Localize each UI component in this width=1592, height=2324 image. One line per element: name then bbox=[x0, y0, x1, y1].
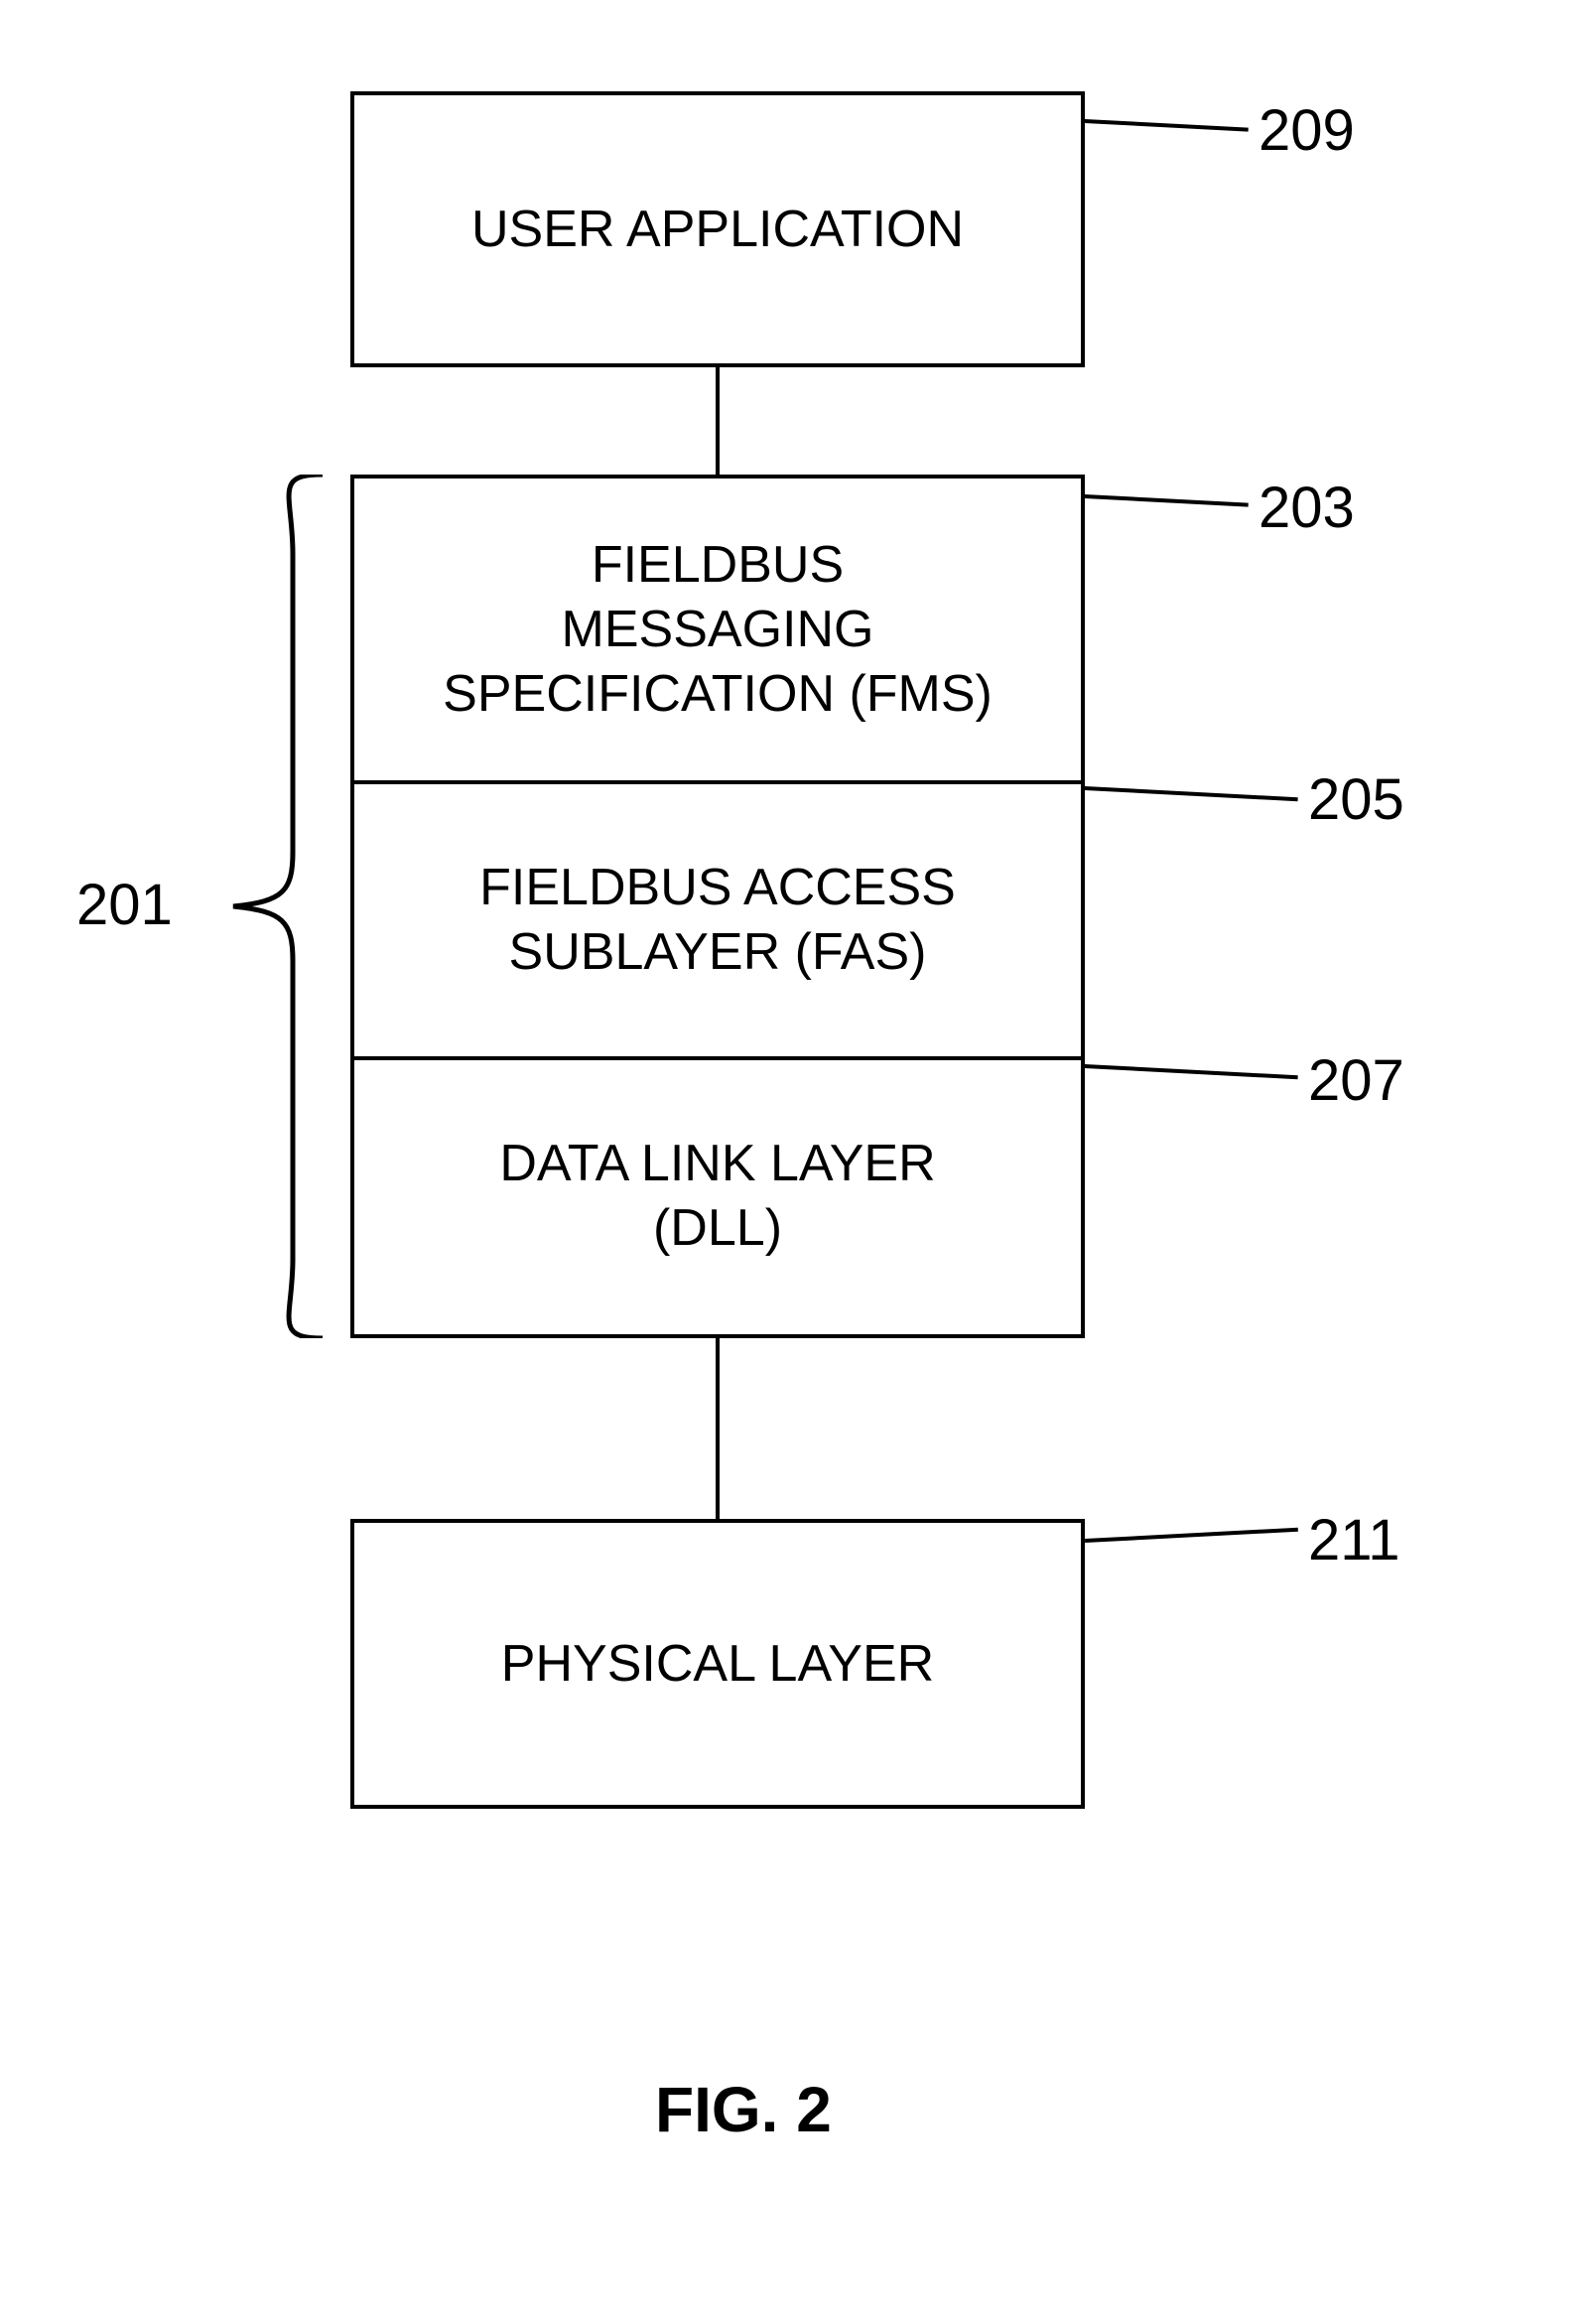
leader-203 bbox=[1085, 494, 1249, 507]
leader-207 bbox=[1085, 1064, 1298, 1079]
physical-layer-text: PHYSICAL LAYER bbox=[501, 1632, 934, 1697]
diagram-canvas: USER APPLICATION FIELDBUS MESSAGING SPEC… bbox=[0, 0, 1592, 2324]
connector-bottom bbox=[716, 1338, 720, 1519]
label-211: 211 bbox=[1308, 1507, 1399, 1573]
label-209: 209 bbox=[1259, 97, 1355, 164]
label-203: 203 bbox=[1259, 475, 1355, 541]
fas-line2: SUBLAYER (FAS) bbox=[509, 920, 927, 985]
dll-line1: DATA LINK LAYER bbox=[499, 1132, 935, 1196]
physical-layer-box: PHYSICAL LAYER bbox=[350, 1519, 1085, 1809]
leader-209 bbox=[1085, 119, 1249, 132]
brace-201 bbox=[213, 475, 332, 1338]
dll-cell: DATA LINK LAYER (DLL) bbox=[354, 1056, 1081, 1332]
connector-top bbox=[716, 367, 720, 475]
dll-line2: (DLL) bbox=[653, 1196, 782, 1261]
label-205: 205 bbox=[1308, 766, 1404, 833]
fms-line3: SPECIFICATION (FMS) bbox=[443, 662, 993, 727]
label-201: 201 bbox=[76, 872, 173, 938]
leader-211 bbox=[1085, 1528, 1298, 1543]
fas-cell: FIELDBUS ACCESS SUBLAYER (FAS) bbox=[354, 780, 1081, 1056]
leader-205 bbox=[1085, 786, 1298, 801]
fas-line1: FIELDBUS ACCESS bbox=[479, 856, 956, 920]
fms-line1: FIELDBUS bbox=[592, 533, 844, 598]
fms-line2: MESSAGING bbox=[562, 598, 874, 662]
communication-stack: FIELDBUS MESSAGING SPECIFICATION (FMS) F… bbox=[350, 475, 1085, 1338]
user-application-text: USER APPLICATION bbox=[471, 198, 964, 262]
label-207: 207 bbox=[1308, 1047, 1404, 1114]
user-application-box: USER APPLICATION bbox=[350, 91, 1085, 367]
figure-caption: FIG. 2 bbox=[655, 2073, 832, 2146]
fms-cell: FIELDBUS MESSAGING SPECIFICATION (FMS) bbox=[354, 478, 1081, 780]
